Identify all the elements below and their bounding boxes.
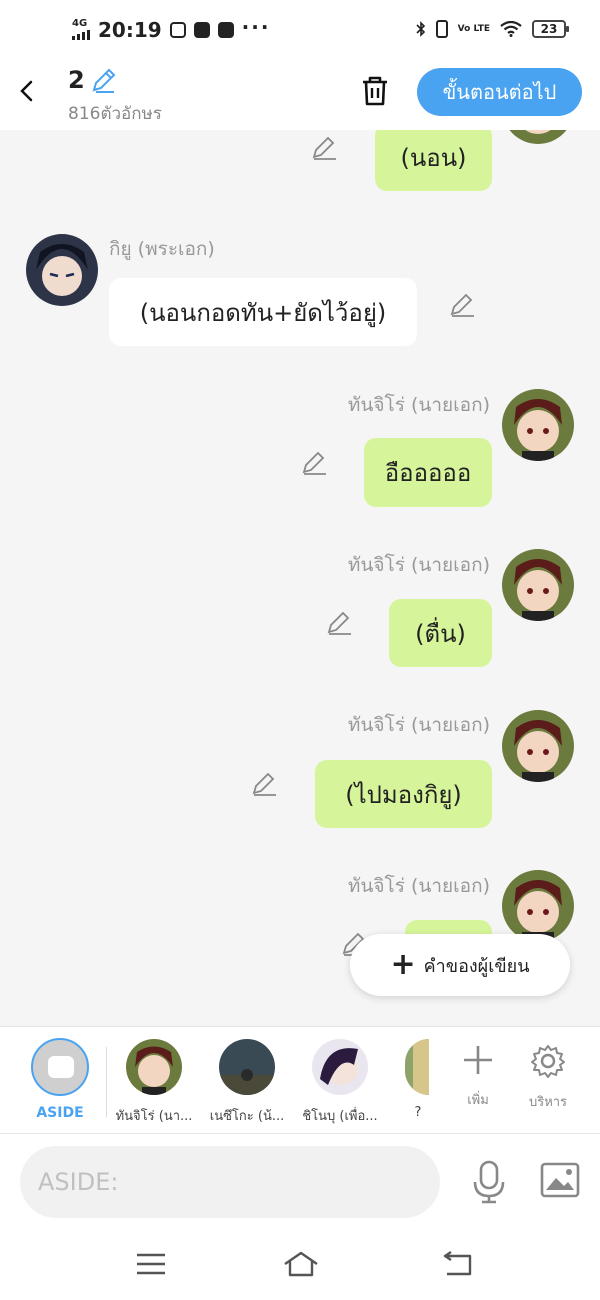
plus-icon: + (390, 947, 416, 982)
network-type: 4G (72, 18, 88, 29)
speaker-name: ทันจิโร่ (นายเอก) (347, 394, 490, 416)
character-bar: ASIDE ทันจิโร่ (นา... เนซึโกะ (น้... ชิโ… (0, 1026, 600, 1134)
signal-icon: 4G (72, 18, 90, 40)
add-label: เพิ่ม (467, 1093, 489, 1108)
facebook-icon (193, 22, 210, 38)
more-notifications-icon: ··· (241, 15, 271, 39)
volte-icon: Vo LTE (457, 23, 490, 34)
manage-label: บริหาร (528, 1095, 568, 1110)
character-avatar-nezuko[interactable] (219, 1039, 275, 1095)
message-bubble[interactable]: (ตื่น) (389, 599, 492, 667)
message-bubble[interactable]: (นอนกอดทัน+ยัดไว้อยู่) (109, 278, 417, 346)
character-avatar-unknown[interactable] (405, 1039, 429, 1095)
character-name: เนซึโกะ (น้... (209, 1109, 285, 1124)
message-text: (นอนกอดทัน+ยัดไว้อยู่) (139, 298, 387, 327)
message-bubble[interactable]: (ไปมองกิยู) (315, 760, 492, 828)
message-text: อือออออ (384, 459, 472, 487)
vibrate-icon (435, 20, 448, 38)
character-name: ชิโนบุ (เพื่อ... (302, 1109, 378, 1124)
chat-bubble-icon (48, 1056, 74, 1078)
edit-title-pencil-icon[interactable] (90, 66, 118, 94)
chat-area[interactable]: (นอน) กิยู (พระเอก) (นอนกอดทัน+ยัดไว้อยู… (0, 130, 600, 1026)
status-bar: 4G 20:19 ··· Vo LTE 23 (0, 0, 600, 62)
avatar-tanjiro[interactable] (502, 130, 574, 144)
add-character-button[interactable]: เพิ่ม (448, 1043, 508, 1110)
character-avatar-tanjiro[interactable] (126, 1039, 182, 1095)
home-icon[interactable] (282, 1250, 320, 1278)
author-note-label: คำของผู้เขียน (423, 955, 530, 977)
manage-characters-button[interactable]: บริหาร (518, 1043, 578, 1112)
message-text: (ไปมองกิยู) (345, 780, 462, 809)
avatar-tanjiro[interactable] (502, 549, 574, 621)
header: 2 816ตัวอักษร ขั้นตอนต่อไป (0, 62, 600, 130)
message-text: (นอน) (400, 144, 467, 172)
back-nav-icon[interactable] (440, 1250, 474, 1278)
shop-icon (217, 22, 234, 38)
bluetooth-icon (416, 21, 425, 37)
episode-number: 2 (68, 66, 85, 94)
author-note-button[interactable]: + คำของผู้เขียน (350, 934, 570, 996)
character-name: ? (414, 1105, 422, 1120)
divider (106, 1047, 107, 1117)
speaker-name: ทันจิโร่ (นายเอก) (347, 875, 490, 897)
avatar-tanjiro[interactable] (502, 710, 574, 782)
avatar-tanjiro[interactable] (502, 389, 574, 461)
trash-icon[interactable] (358, 74, 392, 108)
message-bubble[interactable]: อือออออ (364, 438, 492, 507)
clock: 20:19 (98, 18, 162, 42)
edit-message-icon[interactable] (449, 291, 475, 317)
character-avatar-shinobu[interactable] (312, 1039, 368, 1095)
back-arrow-icon[interactable] (16, 76, 40, 106)
avatar-tanjiro[interactable] (502, 870, 574, 942)
image-icon[interactable] (540, 1162, 580, 1198)
avatar-giyu[interactable] (26, 234, 98, 306)
wifi-icon (500, 21, 522, 37)
aside-character-button[interactable] (31, 1038, 89, 1096)
menu-icon[interactable] (134, 1250, 168, 1278)
next-step-button[interactable]: ขั้นตอนต่อไป (417, 68, 582, 116)
system-nav-bar (0, 1230, 600, 1300)
message-input[interactable] (20, 1146, 440, 1218)
edit-message-icon[interactable] (326, 609, 352, 635)
battery-icon: 23 (532, 20, 569, 38)
microphone-icon[interactable] (472, 1160, 506, 1204)
composer (0, 1134, 600, 1230)
message-text: (ตื่น) (415, 619, 466, 648)
aside-label: ASIDE (36, 1105, 84, 1121)
gear-icon (531, 1045, 565, 1078)
instagram-icon (169, 22, 186, 38)
speaker-name: ทันจิโร่ (นายเอก) (347, 714, 490, 736)
message-bubble[interactable]: (นอน) (375, 130, 492, 191)
speaker-name: กิยู (พระเอก) (109, 238, 215, 260)
character-name: ทันจิโร่ (นา... (115, 1109, 193, 1124)
character-count: 816ตัวอักษร (68, 104, 162, 124)
edit-message-icon[interactable] (311, 134, 337, 160)
speaker-name: ทันจิโร่ (นายเอก) (347, 554, 490, 576)
edit-message-icon[interactable] (251, 770, 277, 796)
edit-message-icon[interactable] (301, 449, 327, 475)
plus-icon (464, 1046, 492, 1074)
